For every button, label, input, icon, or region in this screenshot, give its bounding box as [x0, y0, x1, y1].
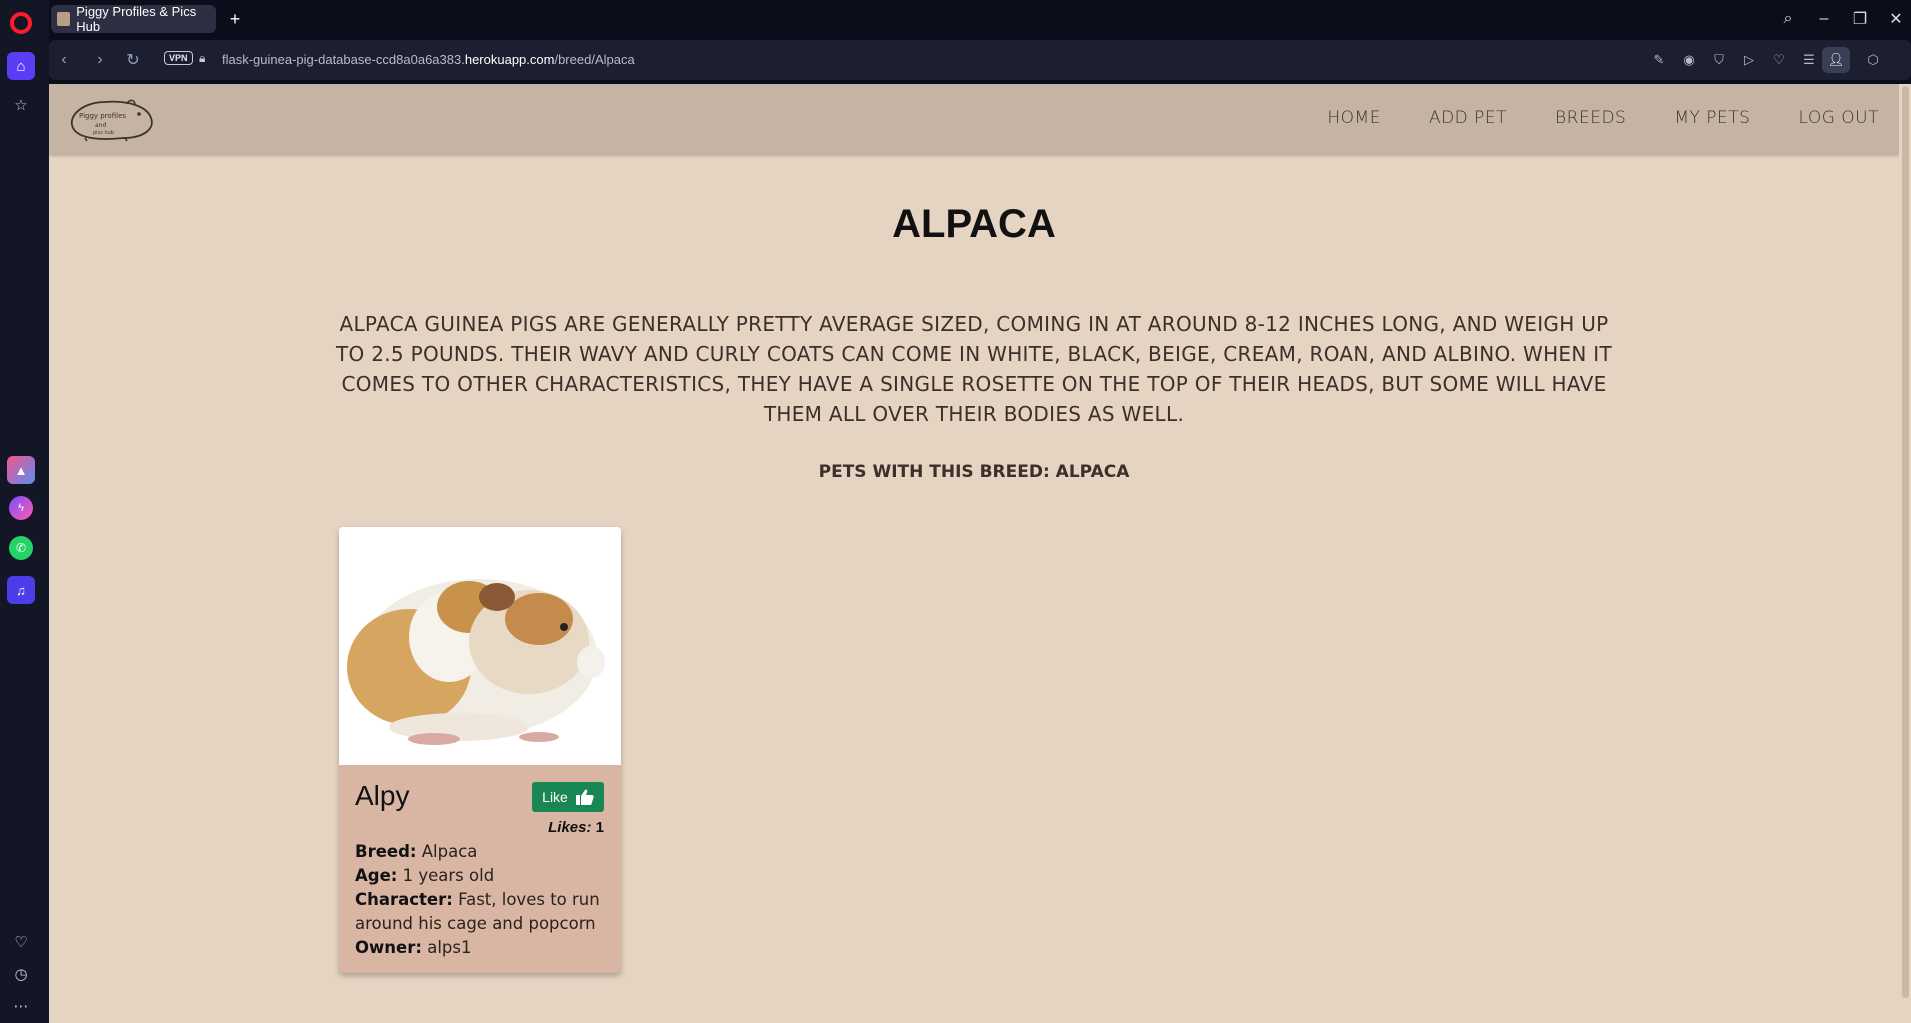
profile-icon[interactable]: 👤︎	[1822, 47, 1850, 73]
tab-piggy-profiles[interactable]: Piggy Profiles & Pics Hub	[51, 4, 216, 34]
nav-breeds[interactable]: BREEDS	[1555, 108, 1626, 128]
new-tab-button[interactable]: +	[224, 8, 246, 30]
music-player-icon[interactable]: ♫	[7, 576, 35, 604]
pet-age-row: Age: 1 years old	[355, 864, 610, 888]
svg-text:Piggy profiles: Piggy profiles	[79, 112, 126, 120]
guinea-pig-logo[interactable]: Piggy profiles and pics hub	[65, 96, 155, 142]
extensions-icon[interactable]: ⬡	[1863, 50, 1883, 70]
back-icon[interactable]: ‹	[53, 49, 75, 71]
whatsapp-icon[interactable]: ✆	[9, 536, 33, 560]
messenger-icon[interactable]: ϟ	[9, 496, 33, 520]
pet-breed-row: Breed: Alpaca	[355, 840, 610, 864]
vpn-badge[interactable]: VPN	[164, 51, 193, 65]
heart-icon[interactable]: ♡	[7, 928, 35, 956]
edit-icon[interactable]: ✎	[1649, 50, 1669, 70]
url-domain: herokuapp.com	[464, 52, 555, 67]
minimize-icon[interactable]: –	[1811, 6, 1837, 32]
pet-owner: alps1	[427, 938, 472, 957]
pet-owner-row: Owner: alps1	[355, 936, 610, 960]
nav-home[interactable]: HOME	[1327, 108, 1381, 128]
browser-sidebar: ⌂ ☆ ▲ ϟ ✆ ♫ ♡ ◷ ⋯	[0, 0, 49, 1023]
age-label: Age:	[355, 866, 398, 885]
lock-icon[interactable]: 🔒︎	[199, 51, 205, 66]
reload-icon[interactable]: ↻	[122, 49, 144, 71]
tab-title: Piggy Profiles & Pics Hub	[76, 4, 197, 34]
page-scrollbar[interactable]	[1899, 84, 1911, 1023]
nav-links: HOME ADD PET BREEDS MY PETS LOG OUT	[1327, 108, 1879, 128]
aria-app-icon[interactable]: ▲	[7, 456, 35, 484]
like-button[interactable]: Like	[532, 782, 604, 812]
url-prefix: flask-guinea-pig-database-ccd8a0a6a383.	[222, 52, 465, 67]
restore-icon[interactable]: ❐	[1847, 6, 1873, 32]
nav-log-out[interactable]: LOG OUT	[1798, 108, 1879, 128]
more-icon[interactable]: ⋯	[7, 992, 35, 1020]
url-field[interactable]: flask-guinea-pig-database-ccd8a0a6a383.h…	[222, 52, 635, 67]
favicon-icon	[57, 12, 71, 26]
menu-icon[interactable]: ☰	[1799, 50, 1819, 70]
camera-icon[interactable]: ◉	[1679, 50, 1699, 70]
tab-bar: Piggy Profiles & Pics Hub + ⌕ – ❐ ✕	[49, 0, 1911, 38]
pet-character-row: Character: Fast, loves to run around his…	[355, 888, 610, 936]
history-icon[interactable]: ◷	[7, 960, 35, 988]
page-title: ALPACA	[892, 202, 1056, 246]
address-bar-row: ‹ › ↻ VPN 🔒︎ flask-guinea-pig-database-c…	[49, 38, 1911, 84]
bookmarks-icon[interactable]: ☆	[7, 91, 35, 119]
thumbs-up-icon	[575, 789, 594, 805]
forward-icon[interactable]: ›	[89, 49, 111, 71]
likes-label: Likes:	[548, 819, 592, 836]
scroll-thumb[interactable]	[1902, 86, 1909, 998]
pets-heading: PETS WITH THIS BREED: ALPACA	[818, 462, 1130, 482]
favorite-heart-icon[interactable]: ♡	[1769, 50, 1789, 70]
address-bar: ‹ › ↻ VPN 🔒︎ flask-guinea-pig-database-c…	[49, 40, 1911, 80]
nav-add-pet[interactable]: ADD PET	[1429, 108, 1507, 128]
svg-text:pics hub: pics hub	[93, 130, 114, 136]
nav-my-pets[interactable]: MY PETS	[1674, 108, 1750, 128]
svg-text:and: and	[95, 122, 106, 129]
play-icon[interactable]: ▷	[1739, 50, 1759, 70]
like-label: Like	[542, 789, 568, 805]
opera-logo-icon[interactable]	[10, 12, 32, 34]
breed-description: ALPACA GUINEA PIGS ARE GENERALLY PRETTY …	[336, 312, 1612, 426]
owner-label: Owner:	[355, 938, 422, 957]
pet-card: Alpy Like Likes: 1 Breed: Alpaca Age: 1 …	[339, 527, 621, 973]
pet-photo	[339, 527, 621, 765]
pet-details: Breed: Alpaca Age: 1 years old Character…	[355, 840, 610, 960]
breed-label: Breed:	[355, 842, 417, 861]
home-icon[interactable]: ⌂	[7, 52, 35, 80]
pet-age: 1 years old	[402, 866, 495, 885]
character-label: Character:	[355, 890, 453, 909]
page-viewport: Piggy profiles and pics hub HOME ADD PET…	[49, 84, 1911, 1023]
likes-count: Likes: 1	[548, 819, 604, 836]
pet-breed: Alpaca	[421, 842, 478, 861]
pet-name: Alpy	[355, 780, 410, 811]
likes-value: 1	[595, 819, 604, 836]
url-path: /breed/Alpaca	[554, 52, 635, 67]
site-navbar: Piggy profiles and pics hub HOME ADD PET…	[49, 84, 1899, 154]
shield-icon[interactable]: ⛉	[1709, 50, 1729, 70]
search-tabs-icon[interactable]: ⌕	[1775, 6, 1801, 32]
close-icon[interactable]: ✕	[1883, 6, 1909, 32]
